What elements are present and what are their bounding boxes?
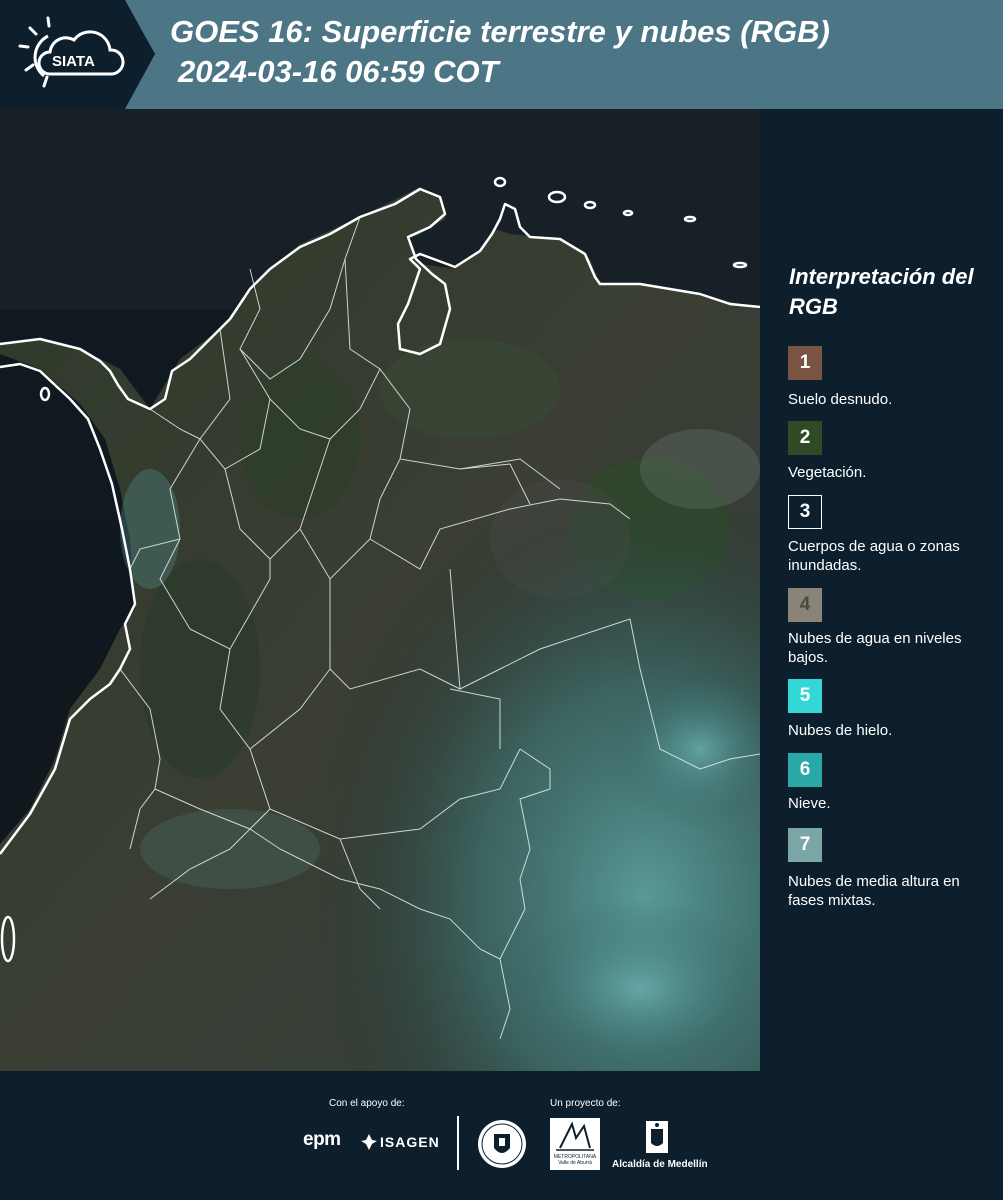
legend-swatch-3: 3	[788, 495, 822, 529]
satellite-image	[0, 109, 760, 1071]
siata-logo: SIATA	[18, 16, 125, 88]
legend-title: Interpretación del RGB	[789, 264, 974, 319]
legend-swatch-7: 7	[788, 828, 822, 862]
area-metropolitana-text: METROPOLITANA Valle de Aburrá	[553, 1154, 597, 1166]
epm-logo: epm	[303, 1129, 341, 1150]
legend-label-6: Nieve.	[788, 795, 831, 812]
legend-label-1: Suelo desnudo.	[788, 391, 893, 408]
support-caption: Con el apoyo de:	[329, 1098, 405, 1109]
legend-label-7: Nubes de media altura en fases mixtas.	[788, 873, 960, 909]
isagen-icon	[361, 1134, 377, 1150]
area-metropolitana-icon	[556, 1121, 594, 1151]
page-title: GOES 16: Superficie terrestre y nubes (R…	[170, 14, 830, 49]
legend-swatch-4: 4	[788, 588, 822, 622]
legend-label-5: Nubes de hielo.	[788, 722, 893, 739]
project-caption: Un proyecto de:	[550, 1098, 621, 1109]
header: SIATA GOES 16: Superficie terrestre y nu…	[0, 0, 1003, 109]
legend-label-3: Cuerpos de agua o zonas inundadas.	[788, 538, 960, 574]
footer: Con el apoyo de: Un proyecto de: epm ISA…	[0, 1071, 1003, 1200]
medellin-seal-logo	[478, 1120, 526, 1168]
footer-divider	[457, 1116, 459, 1170]
timestamp: 2024-03-16 06:59 COT	[178, 54, 499, 89]
alcaldia-text: Alcaldía de Medellín	[612, 1159, 708, 1170]
alcaldia-emblem-icon	[646, 1121, 668, 1153]
legend-label-4: Nubes de agua en niveles bajos.	[788, 630, 962, 666]
legend-swatch-5: 5	[788, 679, 822, 713]
legend-swatch-6: 6	[788, 753, 822, 787]
isagen-logo: ISAGEN	[380, 1134, 440, 1150]
legend-swatch-1: 1	[788, 346, 822, 380]
siata-logo-text: SIATA	[52, 53, 95, 70]
satellite-map[interactable]	[0, 109, 760, 1071]
legend-label-2: Vegetación.	[788, 464, 867, 481]
legend-swatch-2: 2	[788, 421, 822, 455]
